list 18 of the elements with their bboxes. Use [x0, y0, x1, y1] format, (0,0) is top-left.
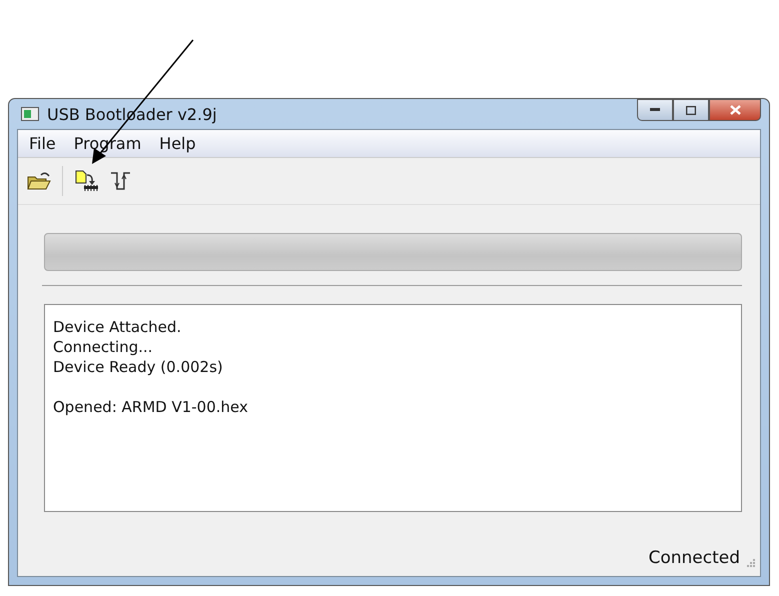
log-line: Device Attached. — [53, 317, 182, 337]
status-text: Connected — [648, 548, 740, 568]
close-icon — [730, 105, 740, 115]
folder-icon — [27, 171, 51, 191]
log-line: Device Ready (0.002s) — [53, 357, 224, 377]
minimize-button[interactable] — [637, 99, 673, 121]
signal-edge-icon — [110, 171, 132, 191]
log-line: Connecting... — [53, 337, 154, 357]
minimize-icon — [650, 108, 660, 112]
menu-item[interactable]: File — [20, 132, 65, 155]
window-icon — [21, 107, 39, 121]
document-chip-icon — [74, 170, 100, 192]
close-button[interactable] — [709, 99, 761, 121]
resize-grip-icon — [746, 558, 756, 568]
maximize-button[interactable] — [673, 99, 709, 121]
maximize-icon — [686, 106, 696, 114]
log-line: Opened: ARMD V1-00.hex — [53, 397, 249, 417]
menu-item[interactable]: Help — [150, 132, 205, 155]
